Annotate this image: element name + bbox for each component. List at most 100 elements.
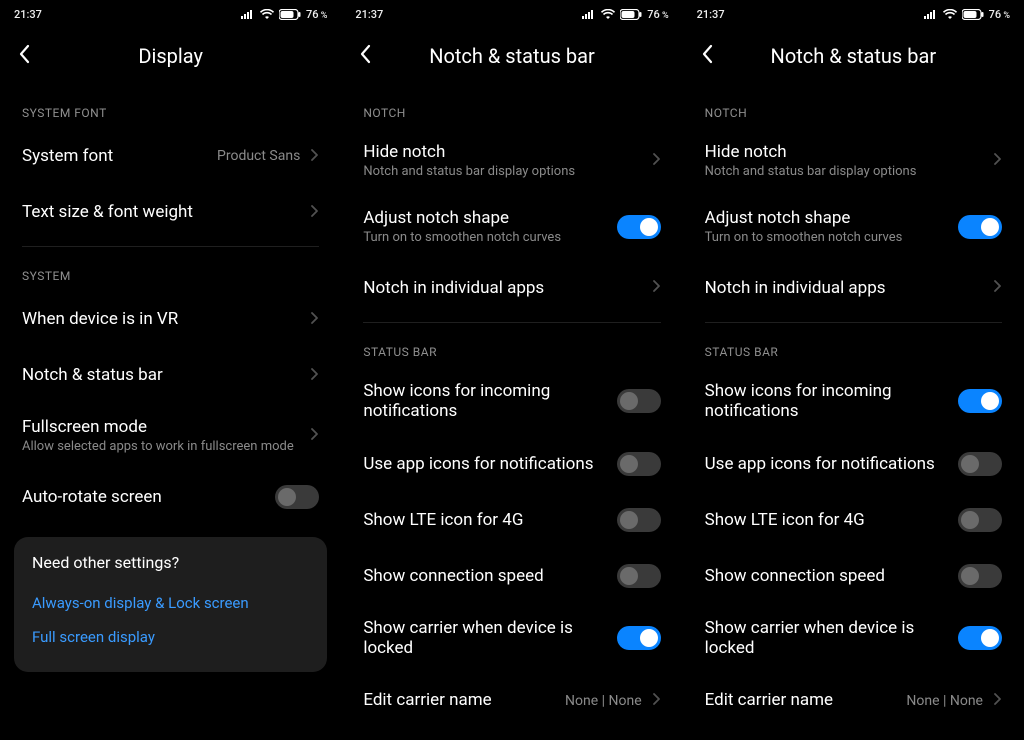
settings-item[interactable]: Show connection speed (341, 548, 682, 604)
chevron-left-icon (701, 49, 713, 68)
toggle-switch[interactable] (617, 564, 661, 588)
chevron-right-icon (652, 278, 661, 297)
item-title: Notch & status bar (22, 365, 300, 385)
settings-item[interactable]: Notch & status bar (0, 347, 341, 403)
toggle-switch[interactable] (617, 508, 661, 532)
page-title: Notch & status bar (771, 44, 937, 68)
chevron-right-icon (993, 151, 1002, 170)
card-title: Need other settings? (32, 553, 309, 572)
chevron-right-icon (310, 203, 319, 222)
toggle-switch[interactable] (617, 452, 661, 476)
wifi-icon (260, 9, 274, 20)
toggle-switch[interactable] (958, 389, 1002, 413)
signal-icon (582, 9, 596, 19)
toggle-switch[interactable] (958, 452, 1002, 476)
settings-item[interactable]: Auto-rotate screen (0, 469, 341, 525)
settings-item[interactable]: Edit carrier name None | None (683, 673, 1024, 729)
settings-item[interactable]: Edit carrier nameNone | None (341, 673, 682, 729)
status-time: 21:37 (355, 8, 383, 21)
back-button[interactable] (18, 44, 30, 68)
item-title: Adjust notch shape (705, 208, 948, 228)
item-value: Product Sans (217, 148, 300, 164)
toggle-switch[interactable] (958, 215, 1002, 239)
header: Notch & status bar (341, 32, 682, 80)
item-title: Hide notch (705, 142, 983, 162)
section-header: STATUS BAR (341, 329, 682, 367)
settings-item[interactable]: Show carrier when device is locked (683, 604, 1024, 673)
settings-panel: 21:3776 %Notch & status barNOTCHHide not… (683, 0, 1024, 740)
chevron-left-icon (18, 49, 30, 68)
card-link[interactable]: Full screen display (32, 620, 309, 654)
toggle-switch[interactable] (958, 626, 1002, 650)
settings-item[interactable]: Show carrier when device is locked (341, 604, 682, 673)
section-header: NOTCH (341, 90, 682, 128)
status-time: 21:37 (697, 8, 725, 21)
divider (363, 322, 660, 323)
settings-panel: 21:3776 % Display SYSTEM FONTSystem fontPr… (0, 0, 341, 740)
settings-item[interactable]: Show icons for incoming notifications (683, 367, 1024, 436)
item-title: Edit carrier name (705, 690, 897, 710)
item-title: Use app icons for notifications (705, 454, 948, 474)
item-title: Text size & font weight (22, 202, 300, 222)
status-bar: 21:37 76 % (683, 0, 1024, 28)
item-title: Auto-rotate screen (22, 487, 265, 507)
divider (22, 246, 319, 247)
battery-icon (620, 9, 642, 20)
item-subtitle: Allow selected apps to work in fullscree… (22, 439, 300, 455)
item-title: Show carrier when device is locked (705, 618, 948, 659)
settings-item[interactable]: Text size & font weight (0, 184, 341, 240)
settings-item[interactable]: Show LTE icon for 4G (683, 492, 1024, 548)
battery-percent: 76 % (647, 8, 668, 21)
settings-item[interactable]: Show LTE icon for 4G (341, 492, 682, 548)
toggle-switch[interactable] (617, 626, 661, 650)
wifi-icon (601, 9, 615, 20)
section-header: NOTCH (683, 90, 1024, 128)
settings-item[interactable]: Fullscreen mode Allow selected apps to wo… (0, 403, 341, 469)
item-subtitle: Notch and status bar display options (363, 164, 641, 180)
item-title: Show connection speed (705, 566, 948, 586)
item-title: Show carrier when device is locked (363, 618, 606, 659)
item-title: Use app icons for notifications (363, 454, 606, 474)
page-title: Display (138, 44, 203, 68)
settings-item[interactable]: Show icons for incoming notifications (341, 367, 682, 436)
item-value: None | None (565, 693, 642, 709)
chevron-right-icon (310, 366, 319, 385)
section-header: SYSTEM FONT (0, 90, 341, 128)
settings-item[interactable]: Hide notchNotch and status bar display o… (683, 128, 1024, 194)
suggestions-card: Need other settings? Always-on display & … (14, 537, 327, 672)
settings-item[interactable]: Use app icons for notifications (341, 436, 682, 492)
battery-percent: 76 % (989, 8, 1010, 21)
settings-item[interactable]: Use app icons for notifications (683, 436, 1024, 492)
toggle-switch[interactable] (958, 564, 1002, 588)
divider (705, 322, 1002, 323)
toggle-switch[interactable] (617, 215, 661, 239)
chevron-right-icon (310, 426, 319, 445)
back-button[interactable] (701, 44, 713, 68)
settings-panel: 21:3776 %Notch & status barNOTCHHide not… (341, 0, 682, 740)
battery-icon (962, 9, 984, 20)
settings-item[interactable]: Adjust notch shapeTurn on to smoothen no… (341, 194, 682, 260)
section-header: SYSTEM (0, 253, 341, 291)
settings-item[interactable]: System fontProduct Sans (0, 128, 341, 184)
back-button[interactable] (359, 44, 371, 68)
page-title: Notch & status bar (429, 44, 595, 68)
toggle-switch[interactable] (958, 508, 1002, 532)
toggle-switch[interactable] (617, 389, 661, 413)
item-title: Fullscreen mode (22, 417, 300, 437)
item-title: Notch in individual apps (363, 278, 641, 298)
settings-item[interactable]: When device is in VR (0, 291, 341, 347)
status-bar: 21:37 76 % (341, 0, 682, 28)
chevron-right-icon (652, 151, 661, 170)
item-value: None | None (906, 693, 983, 709)
card-link[interactable]: Always-on display & Lock screen (32, 586, 309, 620)
toggle-switch[interactable] (275, 485, 319, 509)
settings-item[interactable]: Notch in individual apps (683, 260, 1024, 316)
item-title: Hide notch (363, 142, 641, 162)
settings-item[interactable]: Hide notch Notch and status bar display o… (341, 128, 682, 194)
settings-item[interactable]: Notch in individual apps (341, 260, 682, 316)
section-header: STATUS BAR (683, 329, 1024, 367)
chevron-right-icon (993, 691, 1002, 710)
settings-item[interactable]: Show connection speed (683, 548, 1024, 604)
settings-item[interactable]: Adjust notch shapeTurn on to smoothen no… (683, 194, 1024, 260)
status-bar: 21:3776 % (0, 0, 341, 28)
